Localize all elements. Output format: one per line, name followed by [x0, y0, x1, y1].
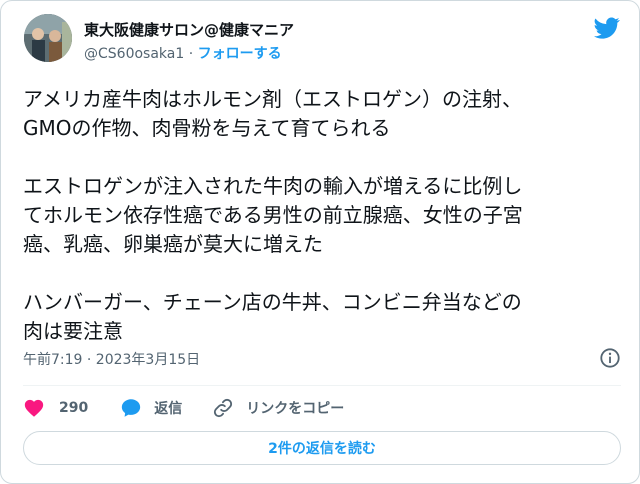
- avatar[interactable]: [24, 14, 72, 62]
- user-display-name[interactable]: 東大阪健康サロン@健康マニア: [84, 19, 294, 40]
- read-replies-button[interactable]: 2件の返信を読む: [23, 431, 621, 465]
- twitter-bird-icon[interactable]: [594, 15, 620, 41]
- action-bar: 290 返信 リンクをコピー: [23, 397, 344, 419]
- like-count: 290: [59, 400, 89, 416]
- tweet-card: 東大阪健康サロン@健康マニア @CS60osaka1 · フォローする アメリカ…: [0, 0, 640, 484]
- copy-link-button[interactable]: リンクをコピー: [212, 397, 344, 419]
- copy-link-label: リンクをコピー: [246, 401, 345, 417]
- reply-label: 返信: [154, 401, 183, 417]
- speech-bubble-icon: [122, 399, 141, 417]
- tweet-timestamp[interactable]: 午前7:19 · 2023年3月15日: [23, 349, 200, 369]
- info-icon[interactable]: [599, 347, 621, 369]
- user-handle-row: @CS60osaka1 · フォローする: [84, 43, 282, 63]
- user-avatar-photo: [24, 14, 72, 62]
- tweet-text: アメリカ産牛肉はホルモン剤（エストロゲン）の注射、 GMOの作物、肉骨粉を与えて…: [23, 87, 523, 343]
- follow-button[interactable]: フォローする: [198, 46, 282, 62]
- link-icon: [214, 398, 233, 418]
- handle-separator: ·: [184, 46, 198, 62]
- user-handle[interactable]: @CS60osaka1: [84, 46, 184, 62]
- like-button[interactable]: 290: [23, 397, 88, 419]
- heart-icon: [24, 399, 44, 417]
- divider: [23, 385, 621, 386]
- reply-button[interactable]: 返信: [120, 397, 182, 419]
